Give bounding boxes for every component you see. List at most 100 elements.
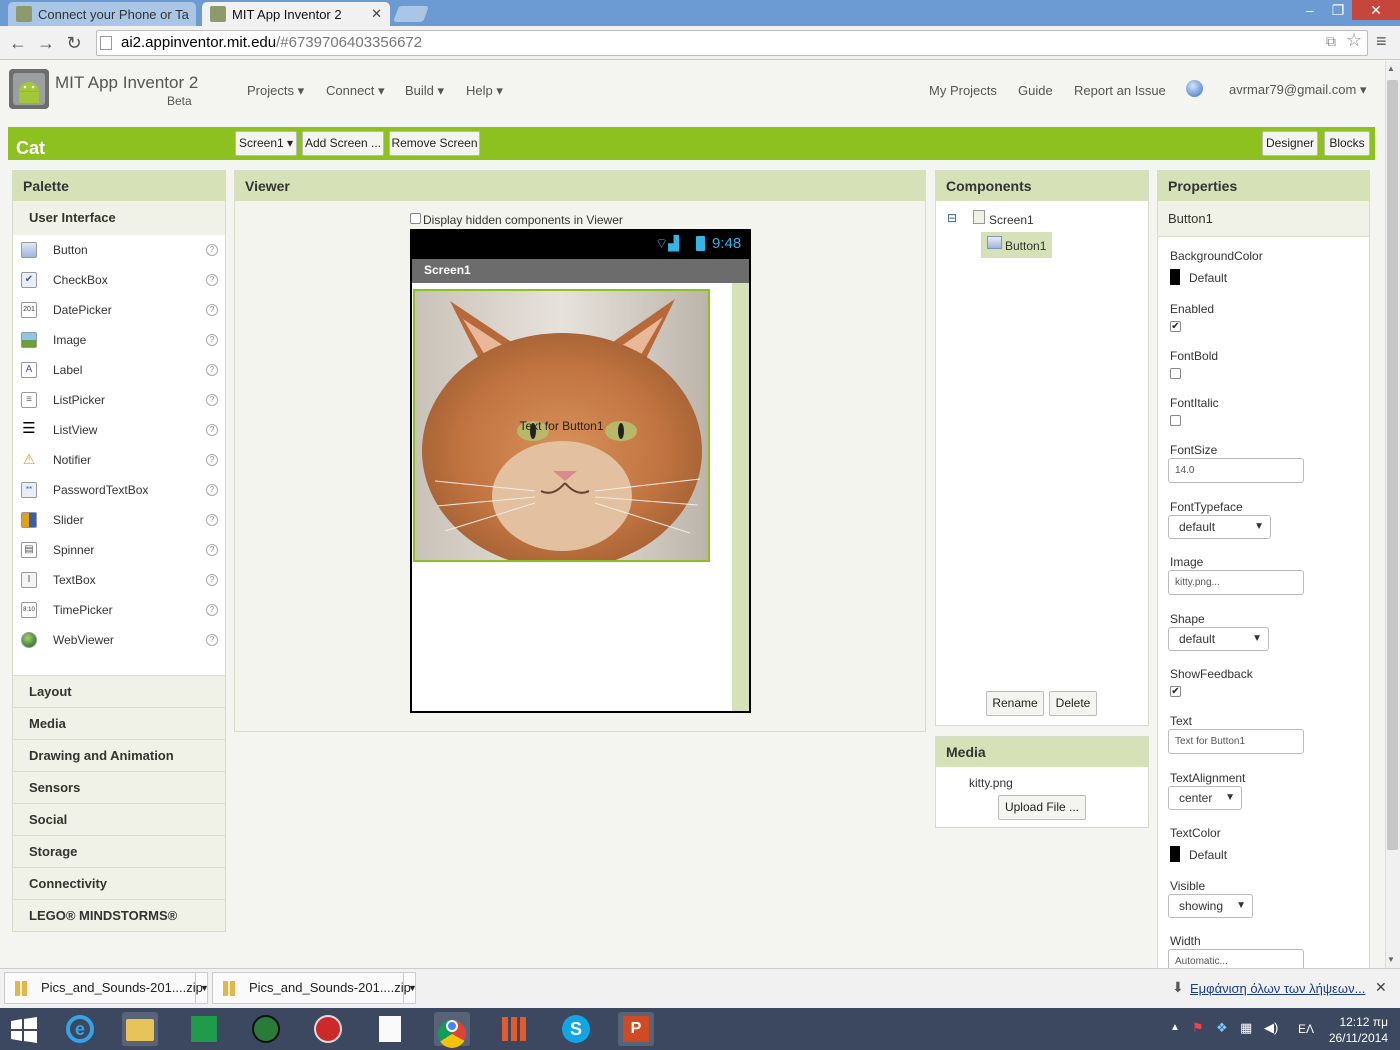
maximize-button[interactable]: ❐ — [1324, 0, 1352, 20]
forward-arrow-icon[interactable]: → — [34, 31, 58, 55]
drawer-user-interface[interactable]: User Interface — [13, 201, 225, 235]
download-menu-arrow-icon[interactable]: ▼ — [195, 973, 209, 1003]
address-bar[interactable]: ai2.appinventor.mit.edu/#673970640335667… — [96, 30, 1368, 56]
palette-item-button[interactable]: Button ? — [13, 235, 225, 265]
apps-grid-icon[interactable] — [496, 1012, 532, 1046]
help-icon[interactable]: ? — [206, 574, 218, 586]
help-icon[interactable]: ? — [206, 334, 218, 346]
palette-item-label[interactable]: A Label ? — [13, 355, 225, 385]
drawer-social[interactable]: Social — [13, 803, 225, 835]
network-icon[interactable]: ▦ — [1240, 1020, 1252, 1036]
close-window-button[interactable]: ✕ — [1352, 0, 1400, 20]
palette-item-slider[interactable]: ▮ Slider ? — [13, 505, 225, 535]
volume-icon[interactable]: ◀) — [1264, 1020, 1278, 1036]
nero-icon[interactable] — [310, 1012, 346, 1046]
help-icon[interactable]: ? — [206, 244, 218, 256]
report-issue-link[interactable]: Report an Issue — [1074, 83, 1166, 98]
menu-connect[interactable]: Connect ▾ — [326, 83, 385, 99]
palette-item-image[interactable]: Image ? — [13, 325, 225, 355]
appinventor-logo[interactable] — [9, 69, 49, 109]
prop-textcolor-value[interactable]: Default — [1189, 848, 1227, 862]
prop-shape-select[interactable]: default ▼ — [1168, 627, 1269, 651]
my-projects-link[interactable]: My Projects — [929, 83, 997, 98]
download-menu-arrow-icon[interactable]: ▼ — [403, 973, 417, 1003]
drawer-layout[interactable]: Layout — [13, 675, 225, 707]
tree-button1[interactable]: Button1 — [1005, 239, 1046, 253]
prop-text-input[interactable]: Text for Button1 — [1168, 729, 1304, 754]
prop-fontitalic-checkbox[interactable] — [1170, 415, 1181, 426]
prop-fontbold-checkbox[interactable] — [1170, 368, 1181, 379]
prop-visible-select[interactable]: showing ▼ — [1168, 894, 1253, 918]
scroll-down-icon[interactable]: ▼ — [1387, 955, 1395, 964]
drawer-media[interactable]: Media — [13, 707, 225, 739]
language-indicator[interactable]: ΕΛ — [1298, 1022, 1314, 1036]
translate-icon[interactable]: ⧉ — [1326, 33, 1336, 50]
screen-select-button[interactable]: Screen1 ▾ — [235, 131, 297, 156]
skype-icon[interactable]: S — [558, 1012, 594, 1046]
prop-backgroundcolor-swatch[interactable] — [1170, 269, 1180, 285]
language-globe-icon[interactable] — [1186, 80, 1203, 97]
prop-image-input[interactable]: kitty.png... — [1168, 570, 1304, 595]
add-screen-button[interactable]: Add Screen ... — [302, 131, 384, 156]
drawer-lego-mindstorms[interactable]: LEGO® MINDSTORMS® — [13, 899, 225, 931]
drawer-sensors[interactable]: Sensors — [13, 771, 225, 803]
guide-link[interactable]: Guide — [1018, 83, 1053, 98]
windows-store-icon[interactable] — [186, 1012, 222, 1046]
blocks-button[interactable]: Blocks — [1324, 131, 1370, 156]
help-icon[interactable]: ? — [206, 484, 218, 496]
palette-item-spinner[interactable]: ▤ Spinner ? — [13, 535, 225, 565]
help-icon[interactable]: ? — [206, 604, 218, 616]
dropbox-icon[interactable]: ❖ — [1216, 1020, 1228, 1036]
help-icon[interactable]: ? — [206, 544, 218, 556]
palette-item-listview[interactable]: ☰ ListView ? — [13, 415, 225, 445]
help-icon[interactable]: ? — [206, 364, 218, 376]
palette-item-listpicker[interactable]: ≡ ListPicker ? — [13, 385, 225, 415]
menu-build[interactable]: Build ▾ — [405, 83, 444, 99]
help-icon[interactable]: ? — [206, 424, 218, 436]
taskbar-date[interactable]: 26/11/2014 — [1322, 1031, 1388, 1045]
prop-textalignment-select[interactable]: center ▼ — [1168, 786, 1242, 810]
chrome-icon[interactable] — [434, 1012, 470, 1048]
prop-fontsize-input[interactable]: 14.0 — [1168, 458, 1304, 483]
scroll-up-icon[interactable]: ▲ — [1387, 64, 1395, 73]
drawer-connectivity[interactable]: Connectivity — [13, 867, 225, 899]
upload-file-button[interactable]: Upload File ... — [998, 795, 1086, 820]
account-menu[interactable]: avrmar79@gmail.com ▾ — [1229, 82, 1366, 98]
file-explorer-icon[interactable] — [122, 1012, 158, 1046]
bookmark-star-icon[interactable]: ☆ — [1346, 30, 1362, 51]
scrollbar-thumb[interactable] — [1387, 80, 1398, 850]
drawer-storage[interactable]: Storage — [13, 835, 225, 867]
tab-1-close-icon[interactable]: ✕ — [195, 6, 196, 22]
rename-button[interactable]: Rename — [986, 691, 1044, 716]
minimize-button[interactable]: ‒ — [1296, 0, 1324, 20]
palette-item-datepicker[interactable]: 201 DatePicker ? — [13, 295, 225, 325]
browser-tab-2[interactable]: MIT App Inventor 2 ✕ — [202, 2, 390, 26]
prop-backgroundcolor-value[interactable]: Default — [1189, 271, 1227, 285]
help-icon[interactable]: ? — [206, 394, 218, 406]
show-all-downloads-link[interactable]: Εμφάνιση όλων των λήψεων... — [1190, 981, 1365, 996]
windows-start-icon[interactable] — [10, 1016, 38, 1044]
drawer-drawing-animation[interactable]: Drawing and Animation — [13, 739, 225, 771]
taskbar-clock[interactable]: 12:12 πμ — [1330, 1015, 1388, 1029]
prop-showfeedback-checkbox[interactable]: ✔ — [1170, 686, 1181, 697]
palette-item-checkbox[interactable]: ✔ CheckBox ? — [13, 265, 225, 295]
back-arrow-icon[interactable]: ← — [6, 31, 30, 55]
menu-help[interactable]: Help ▾ — [466, 83, 503, 99]
tab-2-close-icon[interactable]: ✕ — [371, 6, 382, 22]
download-item-1[interactable]: Pics_and_Sounds-201....zip ▼ — [4, 972, 209, 1004]
delete-button[interactable]: Delete — [1049, 691, 1097, 716]
collapse-tree-icon[interactable]: ⊟ — [947, 211, 957, 225]
palette-item-textbox[interactable]: I TextBox ? — [13, 565, 225, 595]
download-item-2[interactable]: Pics_and_Sounds-201....zip ▼ — [212, 972, 417, 1004]
reload-icon[interactable]: ↻ — [62, 31, 86, 55]
help-icon[interactable]: ? — [206, 304, 218, 316]
prop-textcolor-swatch[interactable] — [1170, 846, 1180, 862]
palette-item-timepicker[interactable]: 8:10 TimePicker ? — [13, 595, 225, 625]
blank-document-icon[interactable] — [372, 1012, 408, 1046]
palette-item-passwordtextbox[interactable]: ** PasswordTextBox ? — [13, 475, 225, 505]
palette-item-webviewer[interactable]: ● WebViewer ? — [13, 625, 225, 655]
remove-screen-button[interactable]: Remove Screen — [389, 131, 480, 156]
show-hidden-icons[interactable]: ▲ — [1170, 1022, 1180, 1033]
flag-icon[interactable]: ⚑ — [1192, 1020, 1204, 1036]
close-downloads-icon[interactable]: ✕ — [1375, 979, 1387, 996]
